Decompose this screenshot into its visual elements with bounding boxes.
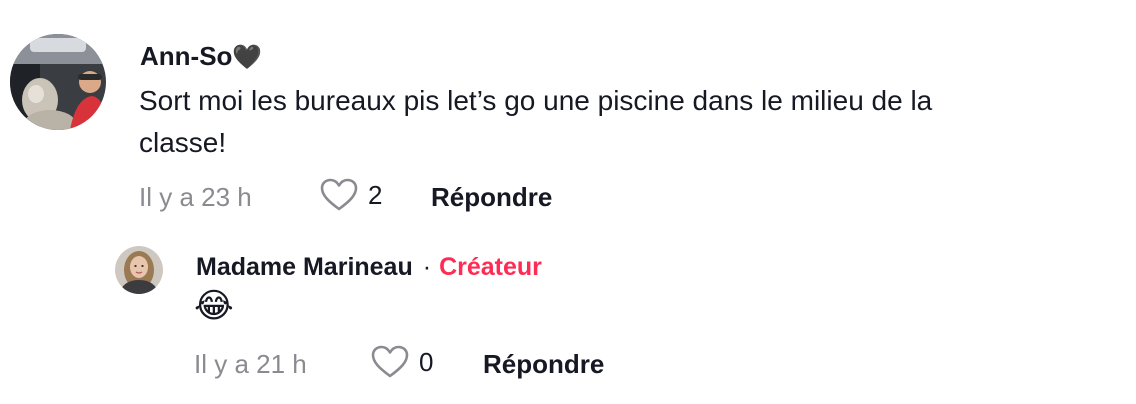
comment-reply-button[interactable]: Répondre [431, 181, 552, 213]
reply-like-button[interactable]: 0 [371, 345, 433, 379]
comment-timestamp: Il y a 23 h [139, 182, 252, 212]
heart-outline-icon [320, 178, 358, 211]
comment-text: Sort moi les bureaux pis let’s go une pi… [139, 85, 933, 158]
reply-username[interactable]: Madame Marineau [196, 253, 413, 281]
black-heart-emoji: 🖤 [232, 44, 263, 71]
comment-like-count: 2 [368, 180, 383, 210]
avatar-madame-marineau[interactable] [115, 246, 163, 294]
creator-badge: Créateur [439, 253, 542, 281]
avatar-ann-so[interactable] [10, 34, 106, 130]
separator-dot: · [422, 253, 432, 281]
comment-username[interactable]: Ann-So🖤 [140, 40, 262, 74]
username-text: Ann-So [140, 41, 233, 71]
reply-reply-button[interactable]: Répondre [483, 348, 604, 380]
comments-section: Ann-So🖤 Sort moi les bureaux pis let’s g… [0, 0, 1136, 404]
comment-like-button[interactable]: 2 [320, 178, 382, 212]
reply-text: 😂 [194, 287, 234, 325]
heart-outline-icon [371, 345, 409, 378]
avatar-image [10, 34, 106, 130]
reply-timestamp: Il y a 21 h [194, 349, 307, 379]
reply-username-line: Madame Marineau · Créateur [196, 251, 542, 283]
avatar-image [115, 246, 163, 294]
reply-like-count: 0 [419, 347, 434, 377]
